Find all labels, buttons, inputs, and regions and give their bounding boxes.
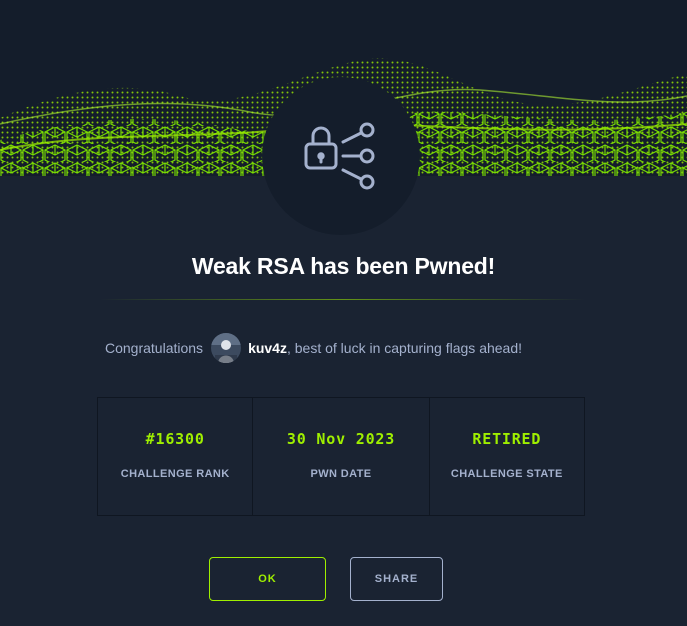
share-button[interactable]: SHARE (350, 557, 443, 601)
stats-panel: #16300 CHALLENGE RANK 30 Nov 2023 PWN DA… (97, 397, 585, 516)
stat-pwn-date: 30 Nov 2023 PWN DATE (252, 398, 428, 515)
stat-challenge-rank: #16300 CHALLENGE RANK (98, 398, 252, 515)
stat-value: #16300 (145, 430, 205, 448)
stat-label: CHALLENGE RANK (120, 468, 230, 480)
congrats-suffix: , best of luck in capturing flags ahead! (286, 340, 523, 356)
crypto-lock-icon (304, 122, 375, 190)
pwned-dialog: Weak RSA has been Pwned! Congratulations… (0, 0, 687, 626)
congrats-prefix: Congratulations (105, 340, 204, 356)
challenge-badge (262, 77, 420, 235)
stat-value: RETIRED (472, 430, 542, 448)
user-avatar (211, 333, 242, 363)
stat-value: 30 Nov 2023 (286, 430, 396, 448)
avatar-image (211, 333, 242, 363)
stat-label: PWN DATE (310, 468, 372, 480)
stat-challenge-state: RETIRED CHALLENGE STATE (428, 398, 584, 515)
title-divider (100, 299, 585, 300)
ok-button[interactable]: OK (209, 557, 326, 601)
dialog-title: Weak RSA has been Pwned! (191, 253, 496, 279)
congrats-message: Congratulations kuv4z , best of luck in … (105, 333, 523, 363)
stat-label: CHALLENGE STATE (450, 468, 563, 480)
username[interactable]: kuv4z (248, 340, 287, 356)
